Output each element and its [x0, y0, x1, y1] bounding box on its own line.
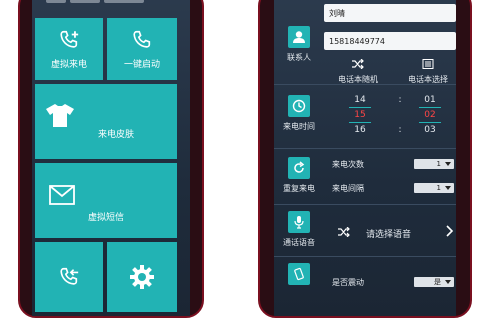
voice-select-label: 请选择语音: [366, 230, 412, 240]
tile-label: 一键启动: [123, 59, 160, 70]
hour-next: 16: [354, 125, 366, 135]
vibrate-dropdown[interactable]: 是: [414, 277, 454, 287]
vibrate-value: 是: [434, 278, 441, 286]
voice-row[interactable]: 通话语音 请选择语音: [274, 204, 456, 255]
tile-label: 来电皮肤: [97, 130, 134, 140]
contact-side-label: 联系人: [287, 53, 311, 62]
vibrate-label: 是否震动: [332, 278, 364, 287]
chevron-down-icon: [445, 162, 451, 166]
repeat-side: 重复来电: [274, 157, 324, 201]
repeat-label: 重复来电: [283, 184, 315, 193]
tile-virtual-sms[interactable]: 虚拟短信: [35, 163, 177, 238]
vibrate-side: [274, 263, 324, 297]
contact-name-field[interactable]: 刘晴: [324, 4, 456, 22]
hour-prev: 14: [354, 95, 366, 105]
clock-icon: [288, 95, 310, 117]
contact-side: 联系人: [274, 26, 324, 66]
tile-call-transfer[interactable]: [35, 242, 103, 312]
phonebook-random-button[interactable]: 电话本随机: [338, 54, 378, 85]
call-interval-label: 来电间隔: [332, 184, 364, 193]
gear-icon: [130, 265, 154, 289]
minute-next: 03: [424, 125, 436, 135]
microphone-icon: [288, 211, 310, 233]
shuffle-icon: [338, 227, 350, 237]
tile-one-key-start[interactable]: 一键启动: [107, 18, 177, 80]
right-screen: 刘晴 15818449774 联系人 电话本随机 电话本选择 来电时间 14 1…: [274, 0, 456, 316]
minute-selected: 02: [424, 110, 436, 120]
vibrate-row: 是否震动 是: [274, 256, 456, 297]
hour-selected: 15: [354, 110, 366, 120]
left-phone: 虚拟来电 一键启动 来电皮肤 虚拟短信: [18, 0, 204, 318]
voice-side: 通话语音: [274, 211, 324, 255]
call-interval-value: 1: [436, 184, 441, 192]
vibrate-icon: [288, 263, 310, 285]
minute-divider: [419, 107, 441, 108]
call-time-label: 来电时间: [283, 122, 315, 131]
time-separator: :: [398, 125, 402, 135]
contact-phone-value: 15818449774: [329, 36, 385, 46]
call-count-label: 来电次数: [332, 160, 364, 169]
hour-divider: [349, 122, 371, 123]
tile-call-skin[interactable]: 来电皮肤: [35, 84, 177, 159]
minute-prev: 01: [424, 95, 436, 105]
left-screen: 虚拟来电 一键启动 来电皮肤 虚拟短信: [32, 0, 190, 316]
call-count-value: 1: [436, 160, 441, 168]
shuffle-icon: [352, 58, 364, 70]
tshirt-icon: [45, 102, 75, 128]
phone-icon: [133, 30, 151, 48]
call-interval-dropdown[interactable]: 1: [414, 183, 454, 193]
repeat-row: 重复来电 来电次数 1 来电间隔 1: [274, 148, 456, 201]
tile-label: 虚拟来电: [50, 59, 87, 70]
envelope-icon: [49, 185, 75, 205]
call-count-dropdown[interactable]: 1: [414, 159, 454, 169]
phonebook-select-button[interactable]: 电话本选择: [408, 54, 448, 85]
chevron-right-icon: [446, 225, 454, 237]
tile-label: 虚拟短信: [87, 213, 124, 223]
tile-virtual-call[interactable]: 虚拟来电: [35, 18, 103, 80]
list-icon: [422, 59, 434, 69]
right-phone: 刘晴 15818449774 联系人 电话本随机 电话本选择 来电时间 14 1…: [258, 0, 472, 318]
call-time-row: 来电时间 14 15 16 : : 01 02 03: [274, 84, 456, 147]
hour-divider: [349, 107, 371, 108]
time-separator: :: [398, 95, 402, 105]
chevron-down-icon: [445, 186, 451, 190]
tile-settings[interactable]: [107, 242, 177, 312]
contact-phone-field[interactable]: 15818449774: [324, 32, 456, 50]
repeat-icon: [288, 157, 310, 179]
call-time-side: 来电时间: [274, 95, 324, 139]
contact-name-value: 刘晴: [329, 8, 345, 18]
minute-divider: [419, 122, 441, 123]
contact-person-icon: [288, 26, 310, 48]
phone-plus-icon: [60, 30, 79, 48]
voice-label: 通话语音: [283, 238, 315, 247]
chevron-down-icon: [445, 280, 451, 284]
call-transfer-icon: [60, 267, 79, 285]
